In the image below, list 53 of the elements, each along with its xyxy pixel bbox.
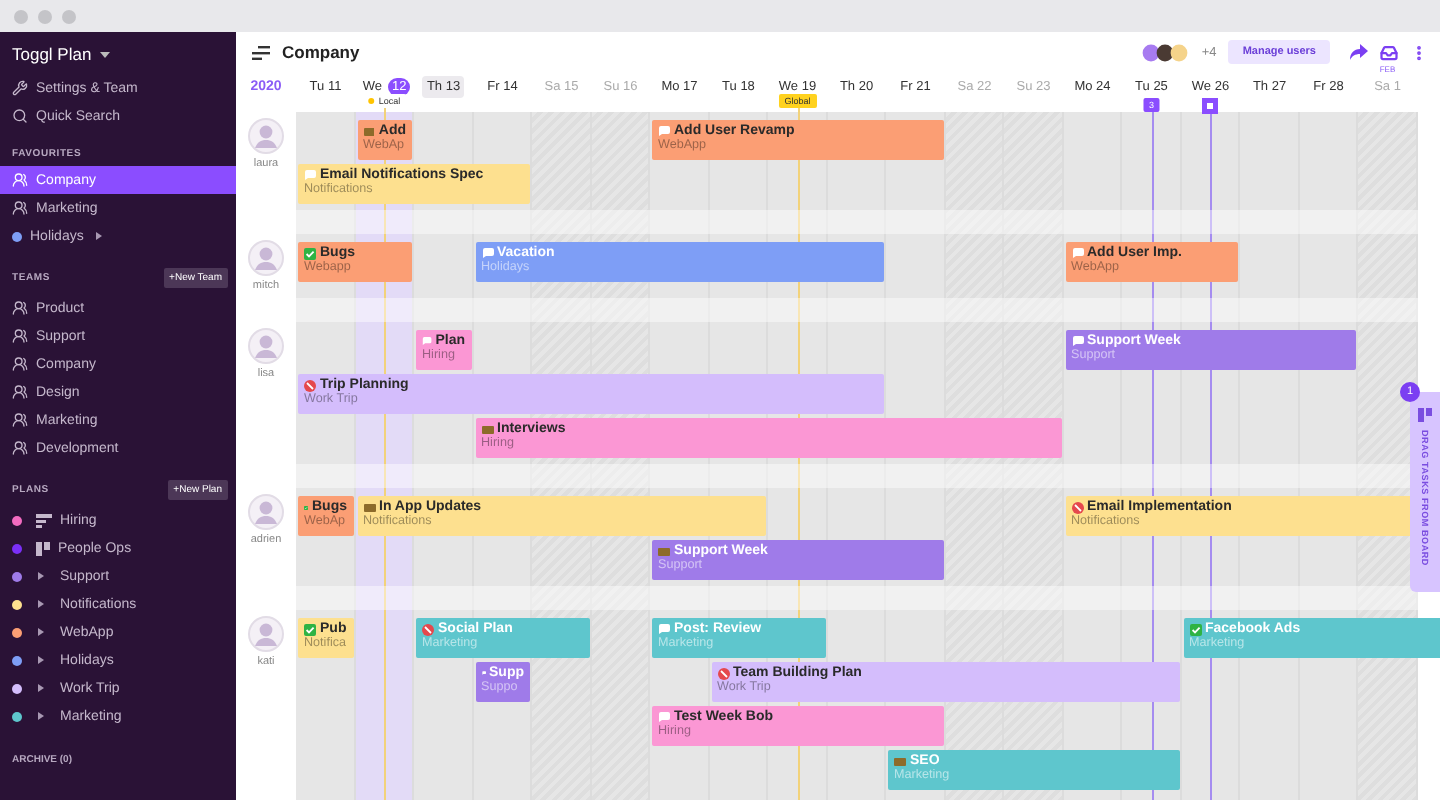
- team-icon: [12, 412, 28, 428]
- comment-icon: [1071, 336, 1083, 346]
- blocked-icon: [1071, 501, 1083, 513]
- caret-icon[interactable]: [38, 684, 44, 692]
- avatar-icon: [248, 494, 284, 530]
- avatar-icon: [248, 240, 284, 276]
- comment-icon: [658, 126, 670, 136]
- comment-icon: [1071, 248, 1083, 258]
- tag-icon: [481, 425, 493, 433]
- comment-icon: [481, 248, 493, 258]
- menu-icon[interactable]: [252, 45, 270, 59]
- team-icon: [12, 172, 28, 188]
- checkbox-icon: [304, 623, 316, 635]
- wrench-icon: [12, 80, 28, 96]
- caret-icon[interactable]: [95, 232, 102, 240]
- team-icon: [12, 440, 28, 456]
- team-icon: [12, 300, 28, 316]
- app-title[interactable]: Toggl Plan: [12, 44, 92, 64]
- blocked-icon: [422, 623, 434, 635]
- tag-icon: [363, 503, 375, 511]
- blocked-icon: [717, 667, 729, 679]
- list-icon: [36, 513, 52, 527]
- caret-icon[interactable]: [38, 656, 44, 664]
- avatar-icon: [248, 616, 284, 652]
- avatar-icon: [248, 118, 284, 154]
- team-icon: [12, 384, 28, 400]
- blocked-icon: [304, 379, 316, 391]
- share-icon[interactable]: [1350, 44, 1368, 60]
- comment-icon: [304, 170, 316, 180]
- comment-icon: [658, 624, 670, 634]
- team-icon: [12, 328, 28, 344]
- comment-icon: [422, 336, 432, 346]
- caret-icon[interactable]: [38, 712, 44, 720]
- inbox-icon[interactable]: [1380, 43, 1398, 61]
- caret-icon[interactable]: [99, 51, 110, 57]
- checkbox-icon: [1189, 623, 1201, 635]
- caret-icon[interactable]: [38, 628, 44, 636]
- search-icon: [12, 108, 28, 124]
- tag-icon: [363, 127, 375, 135]
- user-avatars-icon[interactable]: [1141, 43, 1190, 61]
- tag-icon: [894, 757, 906, 765]
- page-title: Company: [282, 42, 362, 62]
- comment-icon: [658, 712, 670, 722]
- board-icon: [1418, 408, 1432, 422]
- avatar-icon: [248, 328, 284, 364]
- tag-icon: [658, 547, 670, 555]
- board-icon: [36, 541, 50, 555]
- checkbox-icon: [304, 247, 316, 259]
- milestone-icon[interactable]: [1202, 98, 1219, 114]
- team-icon: [12, 200, 28, 216]
- team-icon: [12, 356, 28, 372]
- caret-icon[interactable]: [38, 600, 44, 608]
- caret-icon[interactable]: [38, 572, 44, 580]
